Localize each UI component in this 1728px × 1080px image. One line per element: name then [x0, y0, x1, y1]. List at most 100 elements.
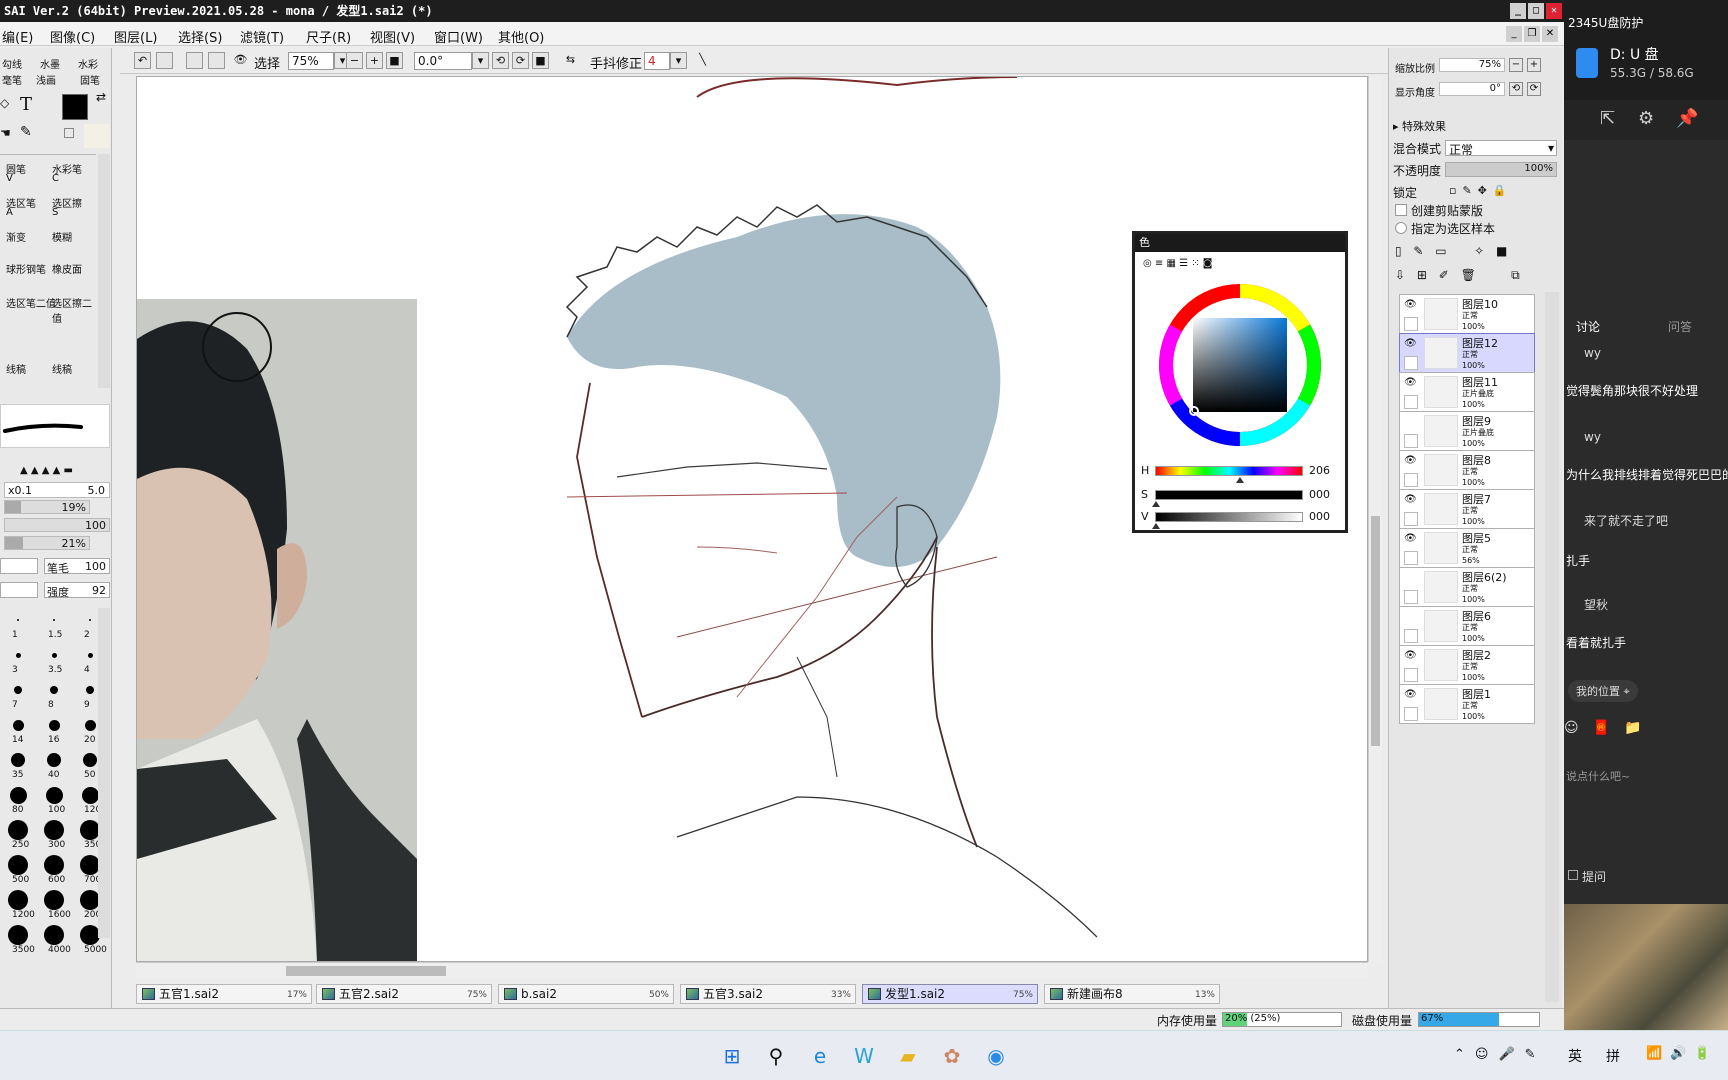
- brush-size-preset[interactable]: 600: [36, 853, 72, 887]
- shape-dropdown[interactable]: [0, 582, 38, 598]
- eye-icon[interactable]: 👁: [1404, 299, 1418, 311]
- layer-item[interactable]: 👁 图层10 正常 100%: [1399, 294, 1535, 334]
- nav-zoom-in[interactable]: +: [1527, 58, 1541, 72]
- color-mode-tabs[interactable]: ◎ ≡ ▦ ☰ ⁙ ◙: [1143, 258, 1283, 274]
- layer-item[interactable]: 👁 图层2 正常 100%: [1399, 645, 1535, 685]
- eye-icon[interactable]: 👁: [1404, 533, 1418, 545]
- layer-item[interactable]: 👁 图层5 正常 56%: [1399, 528, 1535, 568]
- size-slider[interactable]: x0.1 5.0: [4, 482, 110, 498]
- doc-restore-button[interactable]: ❐: [1524, 26, 1540, 42]
- nav-angle-field[interactable]: 0°: [1439, 82, 1505, 96]
- layer-scrollbar[interactable]: [1545, 292, 1559, 1002]
- menu-image[interactable]: 图像(C): [50, 27, 95, 46]
- eye-hidden-icon[interactable]: [1404, 416, 1418, 428]
- tool-tab-4[interactable]: 浅画: [36, 72, 56, 87]
- eye-icon[interactable]: 👁: [232, 52, 249, 69]
- background-color-swatch[interactable]: [64, 128, 74, 138]
- layer-item[interactable]: 👁 图层7 正常 100%: [1399, 489, 1535, 529]
- layer-select-checkbox[interactable]: [1404, 356, 1418, 370]
- bristle-field[interactable]: 笔毛 100: [44, 558, 110, 575]
- sai-app-icon[interactable]: ✿: [940, 1044, 964, 1068]
- menu-select[interactable]: 选择(S): [178, 27, 222, 46]
- blend-slider[interactable]: 100: [4, 518, 110, 532]
- layer-item[interactable]: 👁 图层11 正片叠底 100%: [1399, 372, 1535, 412]
- menu-ruler[interactable]: 尺子(R): [306, 27, 351, 46]
- share-icon[interactable]: ⇱: [1600, 108, 1615, 129]
- brush-size-preset[interactable]: 40: [36, 748, 72, 782]
- dilution-slider[interactable]: 21%: [4, 536, 90, 550]
- app-w-icon[interactable]: W: [852, 1044, 876, 1068]
- canvas-horizontal-scrollbar[interactable]: [136, 962, 1368, 978]
- sample-checkbox[interactable]: [1395, 222, 1407, 234]
- hue-slider[interactable]: [1155, 466, 1303, 483]
- eye-icon[interactable]: 👁: [1404, 377, 1418, 389]
- vertical-scroll-thumb[interactable]: [1371, 516, 1380, 746]
- tool-tab-0[interactable]: 勾线: [2, 56, 22, 71]
- brush-size-preset[interactable]: 14: [0, 713, 36, 747]
- brush-size-preset[interactable]: 1: [0, 608, 36, 642]
- brush-size-preset[interactable]: 3: [0, 643, 36, 677]
- minimize-button[interactable]: _: [1510, 3, 1526, 19]
- rotate-right-button[interactable]: ⟳: [512, 52, 529, 69]
- brush-8[interactable]: 选区笔二值: [6, 295, 56, 310]
- nav-rotate-right[interactable]: ⟳: [1527, 82, 1541, 96]
- menu-layer[interactable]: 图层(L): [114, 27, 157, 46]
- doc-tab-0[interactable]: 五官1.sai2 17%: [136, 984, 312, 1004]
- brush-size-preset[interactable]: 250: [0, 818, 36, 852]
- value-thumb-icon[interactable]: [1152, 523, 1160, 529]
- search-icon[interactable]: ⚲: [764, 1044, 788, 1068]
- tray-icons[interactable]: ⌃☺🎤✎: [1454, 1047, 1546, 1062]
- effects-toggle[interactable]: ▸ 特殊效果: [1393, 118, 1446, 134]
- eye-icon[interactable]: 👁: [1404, 689, 1418, 701]
- redo-icon[interactable]: [156, 52, 173, 69]
- network-volume-battery-icons[interactable]: 📶🔊🔋: [1646, 1046, 1719, 1061]
- flip-icon[interactable]: ⇆: [562, 52, 579, 69]
- saturation-slider[interactable]: [1152, 490, 1303, 507]
- brush-size-preset[interactable]: 35: [0, 748, 36, 782]
- brush-size-preset[interactable]: 3500: [0, 923, 36, 957]
- brush-size-preset[interactable]: 1.5: [36, 608, 72, 642]
- layer-select-checkbox[interactable]: [1404, 668, 1418, 682]
- doc-tab-1[interactable]: 五官2.sai2 75%: [316, 984, 492, 1004]
- brush-size-preset[interactable]: 80: [0, 783, 36, 817]
- saturation-thumb-icon[interactable]: [1152, 501, 1160, 507]
- layer-select-checkbox[interactable]: [1404, 395, 1418, 409]
- brush-size-preset[interactable]: 7: [0, 678, 36, 712]
- value-slider[interactable]: [1152, 512, 1303, 529]
- layer-item[interactable]: 图层6(2) 正常 100%: [1399, 567, 1535, 607]
- eye-icon[interactable]: 👁: [1404, 455, 1418, 467]
- doc-tab-5[interactable]: 新建画布8 13%: [1044, 984, 1220, 1004]
- pin-icon[interactable]: 📌: [1676, 108, 1698, 129]
- swap-colors-icon[interactable]: ⇄: [96, 90, 106, 104]
- location-chip[interactable]: 我的位置 ⌖: [1568, 680, 1638, 702]
- canvas-vertical-scrollbar[interactable]: [1368, 76, 1382, 962]
- brush-10[interactable]: 线稿: [6, 361, 26, 376]
- horizontal-scroll-thumb[interactable]: [286, 966, 446, 976]
- layer-item[interactable]: 👁 图层1 正常 100%: [1399, 684, 1535, 724]
- doc-tab-4-active[interactable]: 发型1.sai2 75%: [862, 984, 1038, 1004]
- primary-color-swatch[interactable]: [62, 94, 88, 120]
- zoom-reset-button[interactable]: ■: [386, 52, 403, 69]
- angle-dropdown-icon[interactable]: ▾: [472, 52, 489, 69]
- strength-field[interactable]: 强度 92: [44, 582, 110, 599]
- clip-checkbox[interactable]: [1395, 204, 1407, 216]
- texture-dropdown[interactable]: [0, 558, 38, 574]
- deselect-icon[interactable]: [186, 52, 203, 69]
- brush-6[interactable]: 球形钢笔: [6, 261, 46, 276]
- brush-size-preset[interactable]: 300: [36, 818, 72, 852]
- brush-4[interactable]: 渐变: [6, 229, 26, 244]
- angle-field[interactable]: 0.0°: [414, 52, 472, 70]
- eyedropper-icon[interactable]: ✎: [20, 124, 32, 140]
- rotate-reset-button[interactable]: ■: [532, 52, 549, 69]
- chat-input[interactable]: 说点什么吧~: [1566, 768, 1630, 784]
- nav-zoom-out[interactable]: −: [1509, 58, 1523, 72]
- ask-checkbox[interactable]: [1568, 870, 1578, 880]
- layer-item[interactable]: 图层6 正常 100%: [1399, 606, 1535, 646]
- hand-tool-icon[interactable]: ☚: [0, 126, 11, 140]
- ime-english[interactable]: 英: [1568, 1046, 1582, 1066]
- doc-close-button[interactable]: ✕: [1542, 26, 1558, 42]
- menu-view[interactable]: 视图(V): [370, 27, 415, 46]
- eye-hidden-icon[interactable]: [1404, 611, 1418, 623]
- menu-edit[interactable]: 编(E): [2, 27, 33, 46]
- tab-discuss[interactable]: 讨论: [1576, 318, 1600, 335]
